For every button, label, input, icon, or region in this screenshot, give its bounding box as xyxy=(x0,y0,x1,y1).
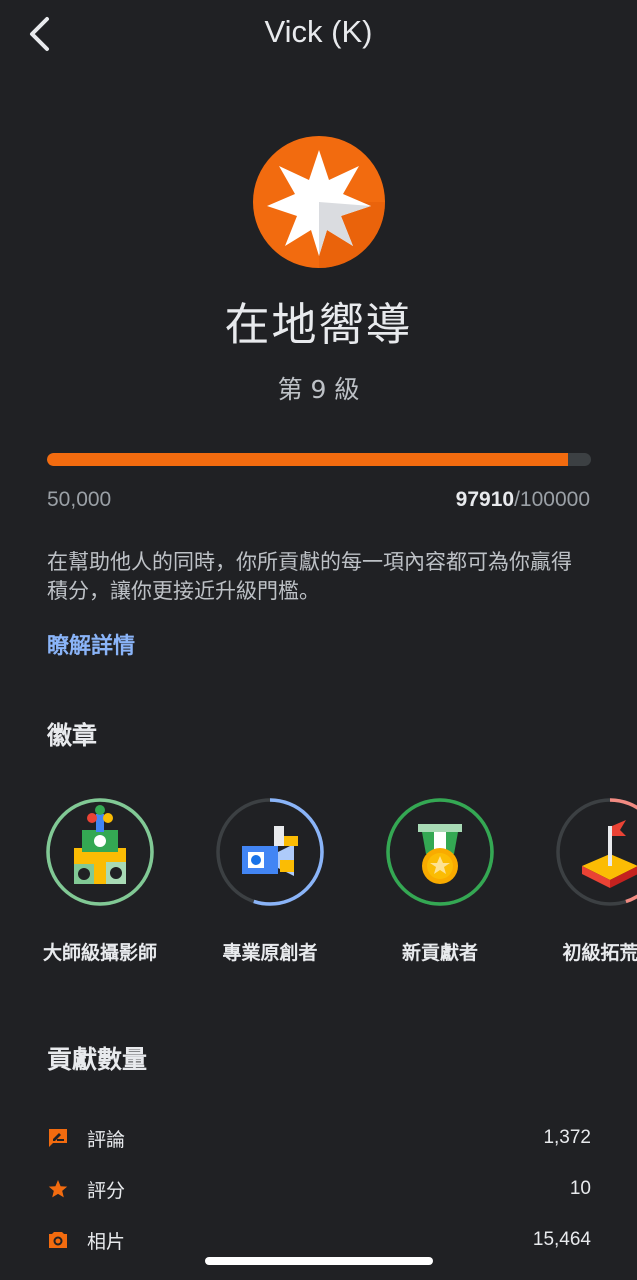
medal-icon xyxy=(418,824,462,884)
stat-value: 1,372 xyxy=(543,1127,591,1148)
app-header: Vick (K) xyxy=(0,0,637,70)
stat-label: 評論 xyxy=(87,1128,126,1151)
stat-label: 評分 xyxy=(87,1179,126,1202)
badge-ring xyxy=(384,796,496,908)
badges-carousel[interactable]: 大師級攝影師 專業原創者 新貢獻者 初級拓荒 xyxy=(0,796,637,976)
badge-label: 專業原創者 xyxy=(222,942,318,964)
learn-more-link[interactable]: 瞭解詳情 xyxy=(47,628,135,660)
level-name: 在地嚮導 xyxy=(224,298,413,351)
stat-value: 10 xyxy=(569,1178,591,1199)
camera-icon xyxy=(47,1229,69,1251)
local-guide-level-icon xyxy=(253,136,385,268)
flag-icon xyxy=(582,820,637,888)
stat-value: 15,464 xyxy=(532,1229,591,1250)
level-progress-bar xyxy=(47,453,591,466)
photographer-icon xyxy=(74,805,126,884)
badge-novice-pioneer[interactable]: 初級拓荒者 xyxy=(525,796,637,965)
progress-min-value: 50,000 xyxy=(47,488,112,511)
badge-label: 初級拓荒者 xyxy=(562,942,637,964)
level-description: 在幫助他人的同時，你所貢獻的每一項內容都可為你贏得積分，讓你更接近升級門檻。 xyxy=(47,550,572,603)
badge-pro-creator[interactable]: 專業原創者 xyxy=(185,796,355,965)
badge-master-photographer[interactable]: 大師級攝影師 xyxy=(15,796,185,965)
review-icon xyxy=(47,1127,69,1149)
stat-label: 相片 xyxy=(87,1230,126,1253)
badge-new-contributor[interactable]: 新貢獻者 xyxy=(355,796,525,965)
stat-row-reviews[interactable]: 評論 1,372 xyxy=(47,1123,591,1153)
badge-label: 大師級攝影師 xyxy=(42,942,157,964)
stat-row-photos[interactable]: 相片 15,464 xyxy=(47,1225,591,1255)
star-icon xyxy=(47,1178,69,1200)
badges-section-title: 徽章 xyxy=(47,721,98,750)
contributions-section-title: 貢獻數量 xyxy=(47,1045,148,1074)
progress-values: 97910/100000 xyxy=(456,488,590,512)
page-title: Vick (K) xyxy=(264,14,373,49)
level-number: 第 9 級 xyxy=(277,375,360,404)
home-indicator[interactable] xyxy=(205,1257,433,1265)
badge-ring xyxy=(214,796,326,908)
progress-current-value: 97910 xyxy=(455,488,515,511)
stat-row-ratings[interactable]: 評分 10 xyxy=(47,1174,591,1204)
video-camera-icon xyxy=(242,826,298,876)
badge-ring xyxy=(44,796,156,908)
badge-ring xyxy=(554,796,637,908)
level-progress-fill xyxy=(47,453,569,466)
progress-max-value: 100000 xyxy=(519,488,590,511)
badge-label: 新貢獻者 xyxy=(401,942,478,964)
